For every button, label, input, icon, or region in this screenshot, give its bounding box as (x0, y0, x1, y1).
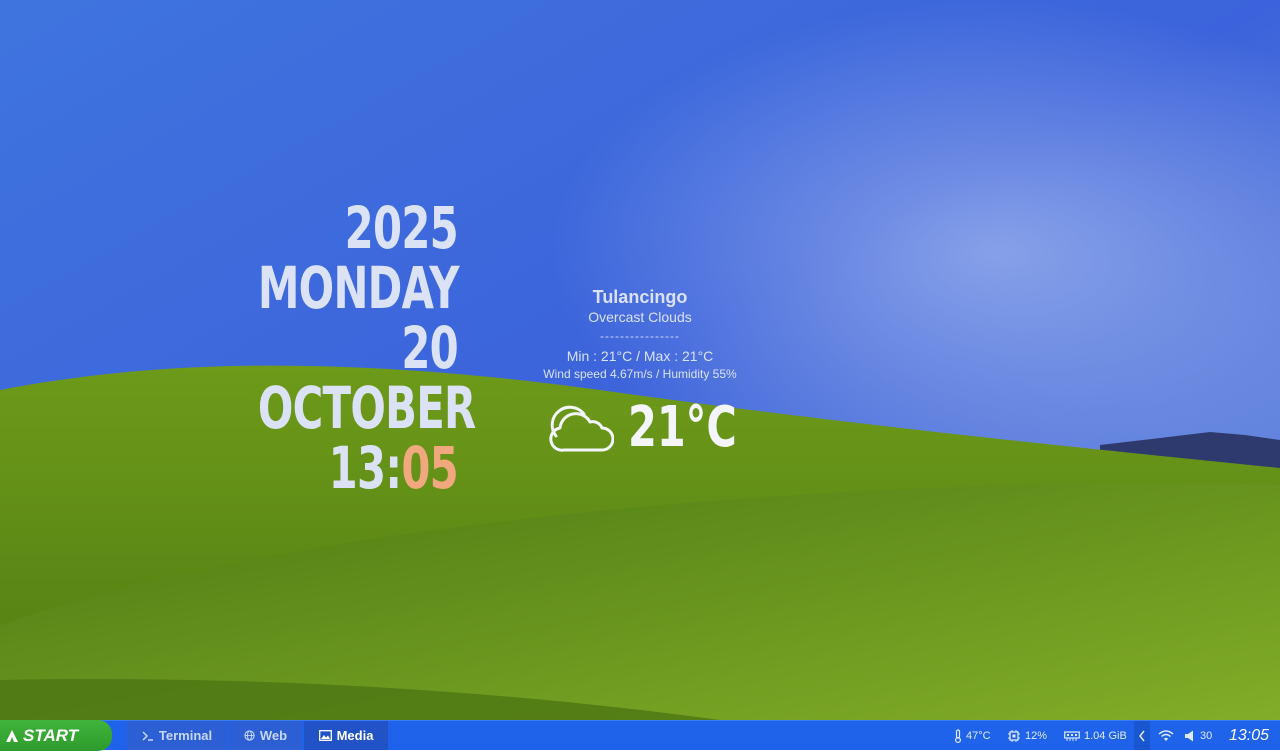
date-time-widget: 2025 MONDAY 20 OCTOBER 13:05 (257, 194, 476, 498)
month-text: OCTOBER (257, 374, 476, 442)
globe-icon (244, 730, 255, 741)
volume-text: 30 (1200, 729, 1213, 742)
speaker-icon (1185, 730, 1193, 741)
taskbar: START Terminal Web Media 47°C 12% 1.04 G… (0, 720, 1280, 751)
weather-condition: Overcast Clouds (588, 309, 692, 325)
tray-cpu-usage[interactable]: 12% (1007, 721, 1047, 750)
terminal-icon (142, 730, 153, 741)
memory-text: 1.04 GiB (1084, 729, 1127, 742)
minute-text: 05 (401, 434, 458, 502)
thermometer-icon (955, 728, 961, 743)
tray-volume[interactable]: 30 (1184, 721, 1212, 750)
taskbar-clock[interactable]: 13:05 (1220, 721, 1278, 750)
cpu-icon (1008, 729, 1020, 742)
wifi-icon (1158, 729, 1174, 741)
start-label: START (23, 725, 79, 745)
weather-min-max: Min : 21°C / Max : 21°C (566, 348, 714, 364)
hour-text: 13: (328, 434, 402, 502)
task-terminal[interactable]: Terminal (127, 721, 227, 750)
task-label: Web (259, 728, 288, 743)
start-logo-icon (6, 729, 18, 742)
day-text: 20 (401, 314, 458, 382)
task-label: Media (336, 728, 374, 743)
tray-network[interactable] (1158, 721, 1178, 750)
time-text: 13:05 (258, 438, 459, 498)
memory-icon (1064, 730, 1080, 741)
desktop: 2025 MONDAY 20 OCTOBER 13:05 Tulancingo … (0, 0, 1280, 720)
task-web[interactable]: Web (229, 721, 302, 750)
tray-cpu-temp[interactable]: 47°C (954, 721, 991, 750)
weather-separator: ---------------- (600, 329, 680, 343)
cpu-usage-text: 12% (1025, 729, 1048, 742)
weekday-text: MONDAY (257, 254, 460, 322)
weather-widget: Tulancingo Overcast Clouds -------------… (520, 286, 760, 382)
start-button[interactable]: START (0, 720, 112, 751)
weather-wind-humidity: Wind speed 4.67m/s / Humidity 55% (543, 367, 737, 381)
weather-temperature: 21°C (628, 395, 737, 460)
cpu-temp-text: 47°C (966, 729, 991, 742)
task-media[interactable]: Media (304, 721, 388, 750)
task-label: Terminal (158, 728, 213, 743)
cloud-icon (549, 405, 614, 452)
tray-expand-button[interactable] (1134, 721, 1150, 750)
year-text: 2025 (344, 194, 459, 262)
image-icon (318, 730, 332, 741)
weather-city: Tulancingo (592, 287, 688, 307)
tray-memory[interactable]: 1.04 GiB (1064, 721, 1127, 750)
chevron-left-icon (1139, 730, 1145, 741)
